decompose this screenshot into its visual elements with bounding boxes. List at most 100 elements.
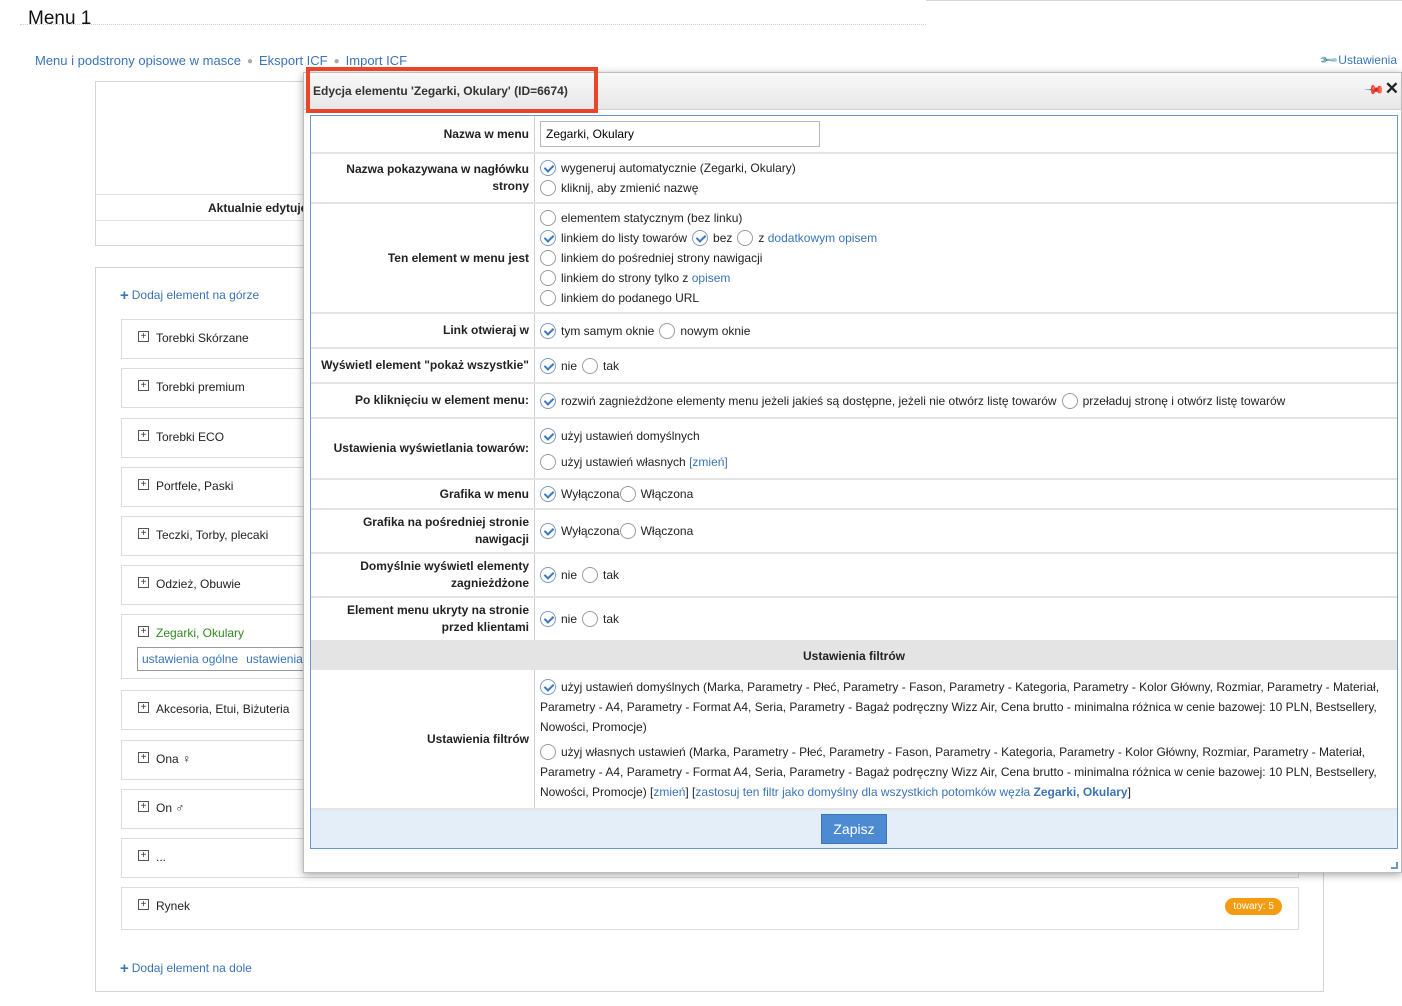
link-export-icf[interactable]: Eksport ICF [259,53,328,68]
menu-item-label[interactable]: Portfele, Paski [156,479,233,493]
row-label: Element menu ukryty na stronie przed kli… [311,598,535,640]
radio-graphic-on[interactable] [619,486,636,502]
menu-item-label[interactable]: ... [156,850,166,864]
menu-item-label[interactable]: Odzież, Obuwie [156,577,241,591]
radio-url[interactable] [540,290,556,306]
link-import-icf[interactable]: Import ICF [346,53,407,68]
settings-label: Ustawienia [1338,53,1397,67]
radio-custom-name[interactable] [540,180,556,196]
row-label: Wyświetl element "pokaż wszystkie" [311,349,535,382]
radio-static[interactable] [540,210,556,226]
subtab-settings[interactable]: ustawienia [246,652,303,666]
expand-icon[interactable]: + [138,626,149,637]
expand-icon[interactable]: + [138,850,149,861]
option-label: linkiem do strony tylko z [561,271,689,285]
expand-icon[interactable]: + [138,430,149,441]
menu-item[interactable]: + Rynek towary: 5 [121,887,1299,930]
radio-description-page[interactable] [540,270,556,286]
menu-item-label[interactable]: On ♂ [156,801,184,815]
option-label: nowym oknie [680,323,751,338]
row-hidden: Element menu ukryty na stronie przed kli… [311,596,1397,640]
radio-reload-page[interactable] [1061,392,1078,409]
add-bottom-link[interactable]: + Dodaj element na dole [120,959,252,977]
filters-section-header: Ustawienia filtrów [311,640,1397,668]
row-intermediate-graphic: Grafika na pośredniej stronie nawigacji … [311,508,1397,552]
radio-default-settings[interactable] [540,427,556,444]
menu-item-label[interactable]: Torebki ECO [156,430,224,444]
expand-icon[interactable]: + [138,702,149,713]
option-label: przeładuj stronę i otwórz listę towarów [1082,393,1286,408]
radio-intermediate-graphic-off[interactable] [540,523,556,539]
option-label: Włączona [640,487,694,501]
items-count-badge: towary: 5 [1225,898,1282,915]
option-label: Włączona [640,524,694,538]
radio-new-window[interactable] [659,322,676,339]
expand-icon[interactable]: + [138,528,149,539]
additional-description-link[interactable]: dodatkowym opisem [768,228,877,248]
radio-hidden-no[interactable] [540,611,556,627]
radio-nested-yes[interactable] [582,567,599,583]
menu-item-label[interactable]: Rynek [156,899,190,913]
form-footer: Zapisz [311,808,1397,848]
settings-link[interactable]: 🔧Ustawienia [1319,50,1397,70]
link-masks[interactable]: Menu i podstrony opisowe w masce [35,53,241,68]
top-links: Menu i podstrony opisowe w masce ● Eksport… [35,53,407,68]
option-label: użyj ustawień domyślnych [561,428,700,443]
radio-own-filters[interactable] [540,744,556,761]
radio-intermediate-graphic-on[interactable] [619,523,636,539]
expand-icon[interactable]: + [138,899,149,910]
save-button[interactable]: Zapisz [821,814,887,844]
radio-nested-no[interactable] [540,567,556,583]
expand-icon[interactable]: + [138,479,149,490]
menu-item-label[interactable]: Teczki, Torby, plecaki [156,528,268,542]
radio-expand-nested[interactable] [540,392,556,409]
option-label: linkiem do podanego URL [561,291,700,305]
menu-name-input[interactable] [540,121,820,147]
row-label: Grafika na pośredniej stronie nawigacji [311,510,535,552]
expand-icon[interactable]: + [138,752,149,763]
radio-product-list[interactable] [540,230,556,246]
radio-default-filters[interactable] [540,679,556,696]
radio-with-description[interactable] [737,230,754,246]
radio-show-all-no[interactable] [540,357,556,374]
radio-auto-name[interactable] [540,160,556,176]
close-icon[interactable]: ✕ [1385,79,1399,99]
option-label: tym samym oknie [561,323,655,338]
radio-hidden-yes[interactable] [582,611,599,627]
row-show-nested: Domyślnie wyświetl elementy zagnieżdżone… [311,552,1397,596]
radio-graphic-off[interactable] [540,486,556,502]
option-label: nie [561,568,578,582]
radio-same-window[interactable] [540,322,556,339]
change-filters-link[interactable]: zmień [653,785,685,799]
row-label: Po kliknięciu w element menu: [311,384,535,417]
add-top-link[interactable]: + Dodaj element na górze [120,286,259,304]
radio-without-description[interactable] [692,230,709,246]
option-label: linkiem do pośredniej strony nawigacji [561,251,763,265]
description-link[interactable]: opisem [692,268,731,288]
expand-icon[interactable]: + [138,801,149,812]
expand-icon[interactable]: + [138,331,149,342]
option-label: kliknij, aby zmienić nazwę [561,181,699,195]
menu-item-label[interactable]: Torebki Skórzane [156,331,249,345]
expand-icon[interactable]: + [138,577,149,588]
menu-item-label[interactable]: Torebki premium [156,380,245,394]
change-settings-link[interactable]: [zmień] [689,452,728,472]
menu-item-label[interactable]: Akcesoria, Etui, Biżuteria [156,702,289,716]
subtab-general[interactable]: ustawienia ogólne [142,652,238,666]
menu-item-label[interactable]: Zegarki, Okulary [156,626,244,640]
radio-own-settings[interactable] [540,453,556,470]
radio-intermediate-page[interactable] [540,250,556,266]
row-label: Ten element w menu jest [311,204,535,312]
row-label: Link otwieraj w [311,314,535,347]
apply-filter-link[interactable]: zastosuj ten filtr jako domyślny dla wsz… [695,785,1127,799]
radio-show-all-yes[interactable] [582,357,599,374]
expand-icon[interactable]: + [138,380,149,391]
menu-item-label[interactable]: Ona ♀ [156,752,191,766]
row-label: Ustawienia wyświetlania towarów: [311,419,535,478]
pin-icon[interactable]: 📌 [1363,79,1385,102]
annotation-highlight-box [306,67,598,113]
row-on-click: Po kliknięciu w element menu: rozwiń zag… [311,382,1397,417]
row-label: Grafika w menu [311,480,535,508]
link-separator: ● [333,56,340,67]
resize-handle-icon[interactable] [1391,862,1398,869]
